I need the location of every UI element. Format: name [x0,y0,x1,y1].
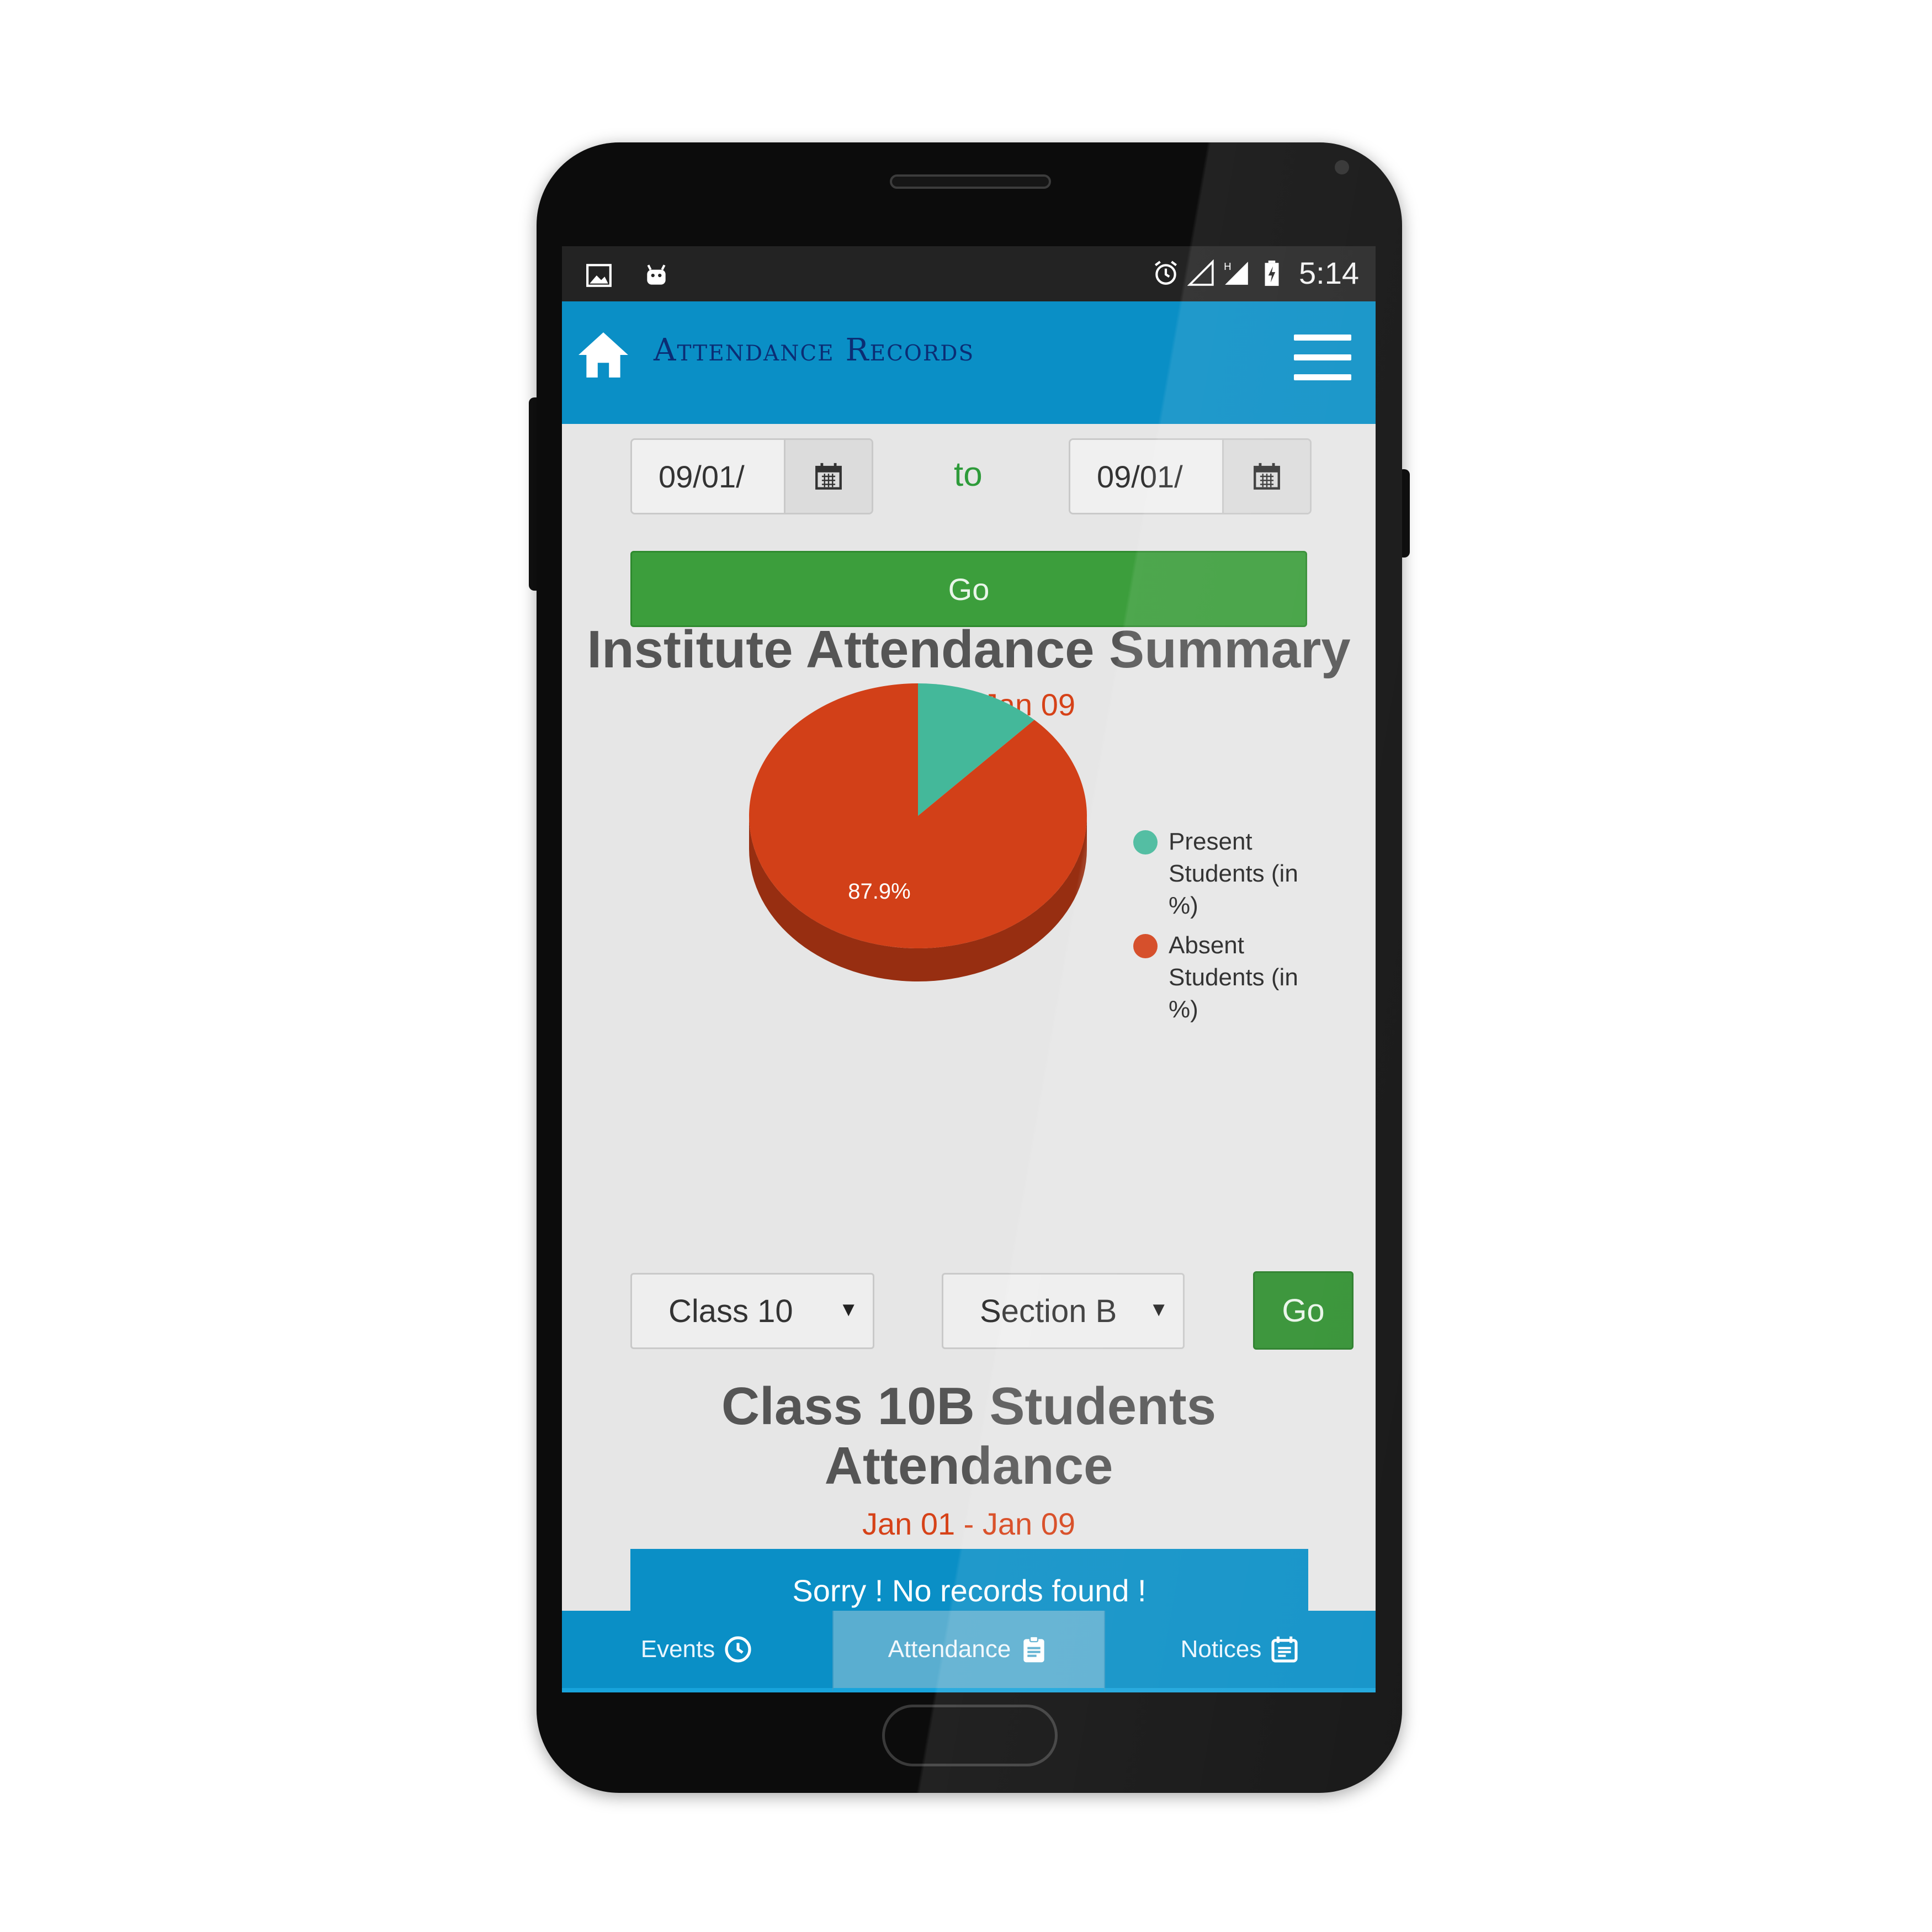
tab-notices-label: Notices [1180,1636,1262,1663]
chart-legend: Present Students (in %) Absent Students … [1133,826,1315,1033]
legend-swatch-absent [1133,934,1158,958]
section-select-value: Section B [980,1293,1117,1329]
tab-events[interactable]: Events [562,1611,832,1692]
legend-swatch-present [1133,830,1158,854]
legend-label-present: Present Students (in %) [1169,828,1298,919]
class-date-range: Jan 01 - Jan 09 [862,1506,1076,1541]
clock-icon [725,1636,751,1663]
section-select[interactable]: Section B ▼ [942,1273,1185,1349]
tab-attendance-label: Attendance [888,1636,1011,1663]
screen: H 5:14 Attendance Records 09/01/ to 09/0… [562,246,1376,1692]
phone-home-button[interactable] [882,1705,1058,1766]
legend-label-absent: Absent Students (in %) [1169,932,1298,1023]
class-select-value: Class 10 [668,1293,793,1329]
tab-events-label: Events [640,1636,715,1663]
clipboard-icon [1023,1636,1044,1663]
pie-slice-absent[interactable] [749,683,1087,949]
pie-data-label-absent: 87.9% [848,879,910,904]
class-attendance-title: Class 10B Students Attendance [721,1377,1217,1495]
phone-camera [1335,160,1349,174]
chevron-down-icon: ▼ [1149,1298,1169,1320]
legend-item-present[interactable]: Present Students (in %) [1133,826,1315,922]
calendar-note-icon [1271,1636,1298,1663]
phone-speaker [890,174,1051,189]
class-select[interactable]: Class 10 ▼ [630,1273,874,1349]
filter-go-button[interactable]: Go [1253,1271,1354,1350]
tab-notices[interactable]: Notices [1105,1611,1376,1692]
legend-item-absent[interactable]: Absent Students (in %) [1133,930,1315,1026]
bottom-navigation: Events Attendance Notices [562,1611,1376,1692]
chevron-down-icon: ▼ [838,1298,858,1320]
tab-attendance[interactable]: Attendance [832,1611,1105,1692]
phone-frame: H 5:14 Attendance Records 09/01/ to 09/0… [537,142,1402,1793]
